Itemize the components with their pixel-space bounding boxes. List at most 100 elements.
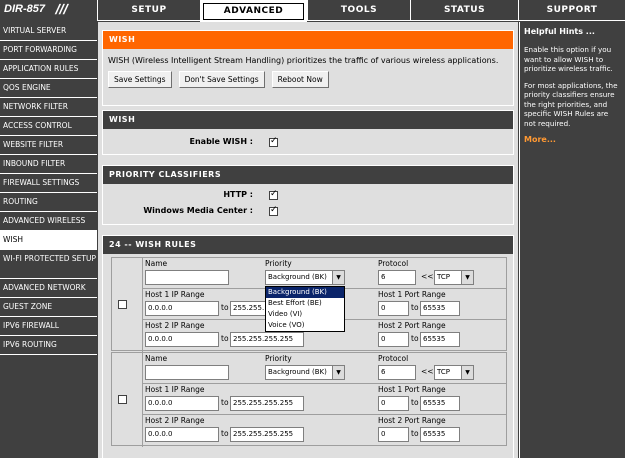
- host1-ip-label: Host 1 IP Range: [145, 385, 205, 394]
- host2-port-to-input[interactable]: 65535: [420, 427, 460, 442]
- main-content: WISH WISH (Wireless Intelligent Stream H…: [98, 22, 518, 458]
- sidebar-item-ipv6-firewall[interactable]: IPV6 FIREWALL: [0, 317, 97, 336]
- to-label: to: [221, 398, 229, 407]
- host1-port-from-input[interactable]: 0: [378, 396, 409, 411]
- priority-label: Priority: [265, 354, 292, 363]
- tab-setup[interactable]: SETUP: [97, 0, 200, 21]
- priority-option-vi[interactable]: Video (VI): [266, 309, 344, 320]
- windows-media-center-row: Windows Media Center :: [103, 203, 513, 219]
- enable-wish-checkbox-wrap: [269, 136, 278, 149]
- priority-select[interactable]: Background (BK) ▼: [265, 270, 345, 285]
- sidebar-item-ipv6-routing[interactable]: IPV6 ROUTING: [0, 336, 97, 355]
- http-label: HTTP :: [223, 190, 253, 199]
- to-label: to: [221, 429, 229, 438]
- protocol-number-input[interactable]: 6: [378, 365, 416, 380]
- wish-rules-panel: 24 -- WISH RULES Name Priority Backgroun…: [102, 235, 514, 458]
- hints-title: Helpful Hints ...: [524, 27, 595, 36]
- to-label: to: [221, 303, 229, 312]
- priority-label: Priority: [265, 259, 292, 268]
- sidebar-item-wifi-protected-setup[interactable]: WI-FI PROTECTED SETUP: [0, 250, 97, 279]
- host1-ip-to-input[interactable]: 255.255.255.255: [230, 396, 304, 411]
- host1-port-to-input[interactable]: 65535: [420, 396, 460, 411]
- sidebar-item-advanced-wireless[interactable]: ADVANCED WIRELESS: [0, 212, 97, 231]
- enable-wish-checkbox[interactable]: [269, 136, 278, 147]
- name-input[interactable]: [145, 270, 229, 285]
- tab-advanced[interactable]: ADVANCED: [200, 0, 307, 22]
- hint-paragraph: For most applications, the priority clas…: [524, 80, 618, 128]
- host2-port-from-input[interactable]: 0: [378, 427, 409, 442]
- sidebar-item-access-control[interactable]: ACCESS CONTROL: [0, 117, 97, 136]
- sidebar-item-qos-engine[interactable]: QOS ENGINE: [0, 79, 97, 98]
- sidebar-item-advanced-network[interactable]: ADVANCED NETWORK: [0, 279, 97, 298]
- host1-ip-from-input[interactable]: 0.0.0.0: [145, 301, 219, 316]
- priority-select-value: Background (BK): [268, 273, 327, 281]
- reboot-now-button[interactable]: Reboot Now: [271, 71, 329, 88]
- rule-enable-checkbox[interactable]: [118, 300, 127, 309]
- priority-dropdown-list: Background (BK) Best Effort (BE) Video (…: [265, 286, 345, 332]
- sidebar-item-port-forwarding[interactable]: PORT FORWARDING: [0, 41, 97, 60]
- host2-ip-from-input[interactable]: 0.0.0.0: [145, 427, 219, 442]
- host2-port-from-input[interactable]: 0: [378, 332, 409, 347]
- priority-classifiers-panel: PRIORITY CLASSIFIERS HTTP : Windows Medi…: [102, 165, 514, 225]
- wish-rule-row: Name Priority Background (BK) ▼ Protocol …: [111, 352, 507, 447]
- host2-ip-from-input[interactable]: 0.0.0.0: [145, 332, 219, 347]
- sidebar-item-routing[interactable]: ROUTING: [0, 193, 97, 212]
- name-label: Name: [145, 259, 168, 268]
- rule-fields: Name Priority Background (BK) ▼ Protocol …: [142, 258, 506, 352]
- dropdown-arrow-icon: ▼: [461, 366, 473, 379]
- host1-ip-from-input[interactable]: 0.0.0.0: [145, 396, 219, 411]
- tab-status[interactable]: STATUS: [410, 0, 518, 21]
- host1-port-to-input[interactable]: 65535: [420, 301, 460, 316]
- host1-port-from-input[interactable]: 0: [378, 301, 409, 316]
- sidebar-item-virtual-server[interactable]: VIRTUAL SERVER: [0, 22, 97, 41]
- rule-enable-wrap: [118, 300, 127, 312]
- http-checkbox[interactable]: [269, 189, 278, 200]
- protocol-select[interactable]: TCP ▼: [434, 270, 474, 285]
- rule-enable-checkbox[interactable]: [118, 395, 127, 404]
- sidebar-item-application-rules[interactable]: APPLICATION RULES: [0, 60, 97, 79]
- sidebar-item-inbound-filter[interactable]: INBOUND FILTER: [0, 155, 97, 174]
- protocol-select[interactable]: TCP ▼: [434, 365, 474, 380]
- http-row: HTTP :: [103, 187, 513, 203]
- wish-section-title: WISH: [103, 111, 513, 129]
- dont-save-settings-button[interactable]: Don't Save Settings: [178, 71, 265, 88]
- more-link[interactable]: More...: [524, 135, 621, 144]
- host1-port-label: Host 1 Port Range: [378, 385, 446, 394]
- windows-media-center-checkbox[interactable]: [269, 205, 278, 216]
- dropdown-arrow-icon: ▼: [332, 271, 344, 284]
- name-input[interactable]: [145, 365, 229, 380]
- windows-media-center-checkbox-wrap: [269, 205, 278, 218]
- priority-option-vo[interactable]: Voice (VO): [266, 320, 344, 331]
- host2-ip-label: Host 2 IP Range: [145, 416, 205, 425]
- sidebar-item-firewall-settings[interactable]: FIREWALL SETTINGS: [0, 174, 97, 193]
- rule-name-row: Name Priority Background (BK) ▼ Protocol …: [143, 353, 506, 384]
- protocol-label: Protocol: [378, 354, 409, 363]
- save-settings-button[interactable]: Save Settings: [108, 71, 172, 88]
- host2-ip-to-input[interactable]: 255.255.255.255: [230, 427, 304, 442]
- brand-logo: DIR-857 ///: [0, 0, 97, 21]
- host1-port-label: Host 1 Port Range: [378, 290, 446, 299]
- host2-port-to-input[interactable]: 65535: [420, 332, 460, 347]
- priority-classifiers-title: PRIORITY CLASSIFIERS: [103, 166, 513, 184]
- to-label: to: [411, 398, 419, 407]
- sidebar-item-network-filter[interactable]: NETWORK FILTER: [0, 98, 97, 117]
- host2-ip-to-input[interactable]: 255.255.255.255: [230, 332, 304, 347]
- name-label: Name: [145, 354, 168, 363]
- wish-rules-table: Name Priority Background (BK) ▼ Protocol …: [111, 257, 507, 447]
- http-checkbox-wrap: [269, 189, 278, 202]
- tab-tools[interactable]: TOOLS: [307, 0, 410, 21]
- protocol-number-input[interactable]: 6: [378, 270, 416, 285]
- priority-select[interactable]: Background (BK) ▼: [265, 365, 345, 380]
- to-label: to: [411, 303, 419, 312]
- windows-media-center-label: Windows Media Center :: [143, 206, 253, 215]
- to-label: to: [411, 429, 419, 438]
- wish-rules-title: 24 -- WISH RULES: [103, 236, 513, 254]
- tab-support[interactable]: SUPPORT: [518, 0, 625, 21]
- sidebar-item-wish[interactable]: WISH: [0, 231, 97, 250]
- priority-option-be[interactable]: Best Effort (BE): [266, 298, 344, 309]
- priority-option-bk[interactable]: Background (BK): [266, 287, 344, 298]
- sidebar-item-guest-zone[interactable]: GUEST ZONE: [0, 298, 97, 317]
- sidebar-item-website-filter[interactable]: WEBSITE FILTER: [0, 136, 97, 155]
- protocol-arrows: <<: [421, 367, 434, 376]
- to-label: to: [411, 334, 419, 343]
